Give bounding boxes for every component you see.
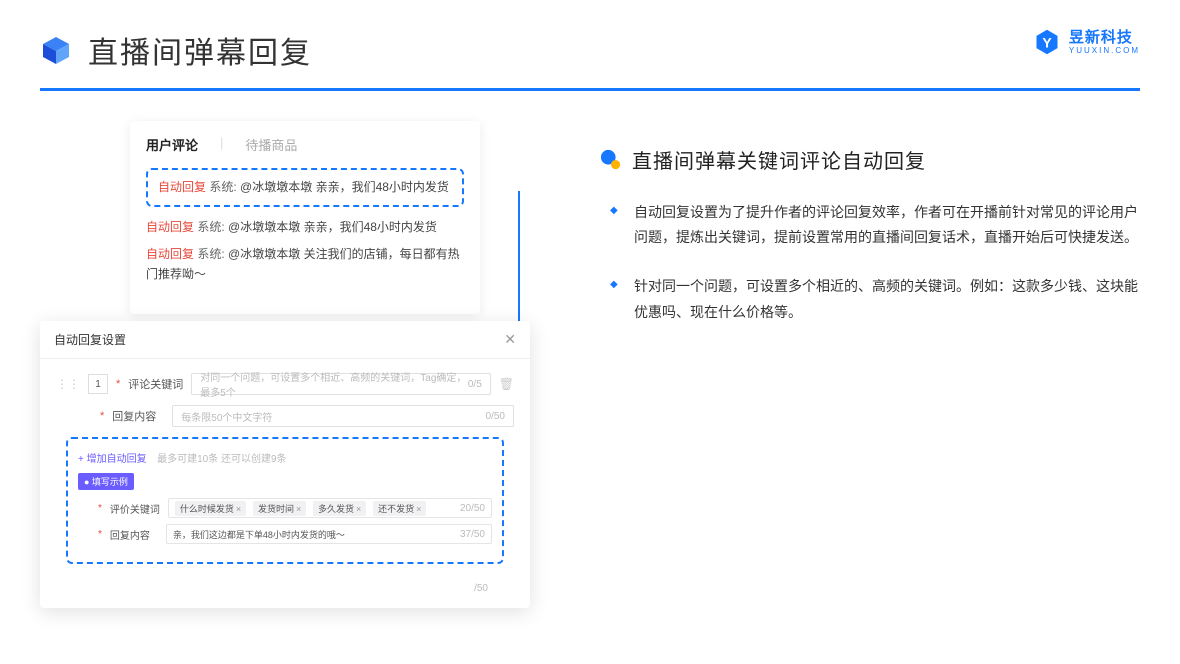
- example-reply-field[interactable]: 亲，我们这边都是下单48小时内发货的哦～ 37/50: [166, 524, 492, 544]
- add-limit-hint: 最多可建10条 还可以创建9条: [157, 454, 286, 465]
- comment-highlighted: 自动回复 系统: @冰墩墩本墩 亲亲，我们48小时内发货: [146, 168, 464, 207]
- required-dot: *: [98, 503, 102, 514]
- cube-icon: [40, 34, 72, 66]
- tag-chip[interactable]: 多久发货×: [313, 501, 366, 516]
- keyword-placeholder: 对同一个问题，可设置多个相近、高频的关键词，Tag确定，最多5个: [200, 369, 468, 399]
- comment-text: @冰墩墩本墩 关注我们的店铺，每日都有热门推荐呦～: [146, 247, 460, 281]
- reply-placeholder: 每条限50个中文字符: [181, 409, 272, 424]
- required-dot: *: [116, 378, 120, 390]
- example-reply-label: 回复内容: [110, 527, 158, 542]
- rule-index: 1: [88, 374, 108, 394]
- brand-logo: Y 昱新科技 YUUXIN.COM: [1033, 28, 1140, 56]
- close-icon[interactable]: ✕: [504, 331, 516, 348]
- settings-title: 自动回复设置: [54, 331, 126, 348]
- bullet-item: 自动回复设置为了提升作者的评论回复效率，作者可在开播前针对常见的评论用户问题，提…: [624, 200, 1140, 250]
- example-reply-text: 亲，我们这边都是下单48小时内发货的哦～: [173, 528, 345, 541]
- bottom-counter: /50: [474, 583, 488, 594]
- tag-chip[interactable]: 发货时间×: [253, 501, 306, 516]
- comments-card: 用户评论 | 待播商品 自动回复 系统: @冰墩墩本墩 亲亲，我们48小时内发货…: [130, 121, 480, 314]
- brand-name-en: YUUXIN.COM: [1069, 47, 1140, 55]
- example-reply-counter: 37/50: [460, 529, 485, 540]
- comment-row: 自动回复 系统: @冰墩墩本墩 亲亲，我们48小时内发货: [146, 217, 464, 237]
- comment-text: @冰墩墩本墩 亲亲，我们48小时内发货: [228, 220, 437, 234]
- example-block: + 增加自动回复 最多可建10条 还可以创建9条 ● 填写示例 * 评价关键词 …: [66, 437, 504, 564]
- keyword-label: 评论关键词: [128, 376, 183, 392]
- tab-divider: |: [220, 135, 223, 154]
- drag-handle-icon[interactable]: ⋮⋮: [56, 377, 80, 391]
- svg-text:Y: Y: [1042, 34, 1052, 50]
- tag-chip[interactable]: 还不发货×: [373, 501, 426, 516]
- bullet-item: 针对同一个问题，可设置多个相近的、高频的关键词。例如：这款多少钱、这块能优惠吗、…: [624, 274, 1140, 324]
- tab-pending-goods[interactable]: 待播商品: [245, 135, 297, 154]
- delete-icon[interactable]: 🗑: [499, 377, 514, 391]
- auto-reply-tag: 自动回复: [146, 247, 194, 261]
- settings-card: 自动回复设置 ✕ ⋮⋮ 1 * 评论关键词 对同一个问题，可设置多个相近、高频的…: [40, 321, 530, 608]
- add-auto-reply-link[interactable]: + 增加自动回复: [78, 454, 147, 465]
- comment-text: @冰墩墩本墩 亲亲，我们48小时内发货: [240, 180, 449, 194]
- keyword-input[interactable]: 对同一个问题，可设置多个相近、高频的关键词，Tag确定，最多5个 0/5: [191, 373, 490, 395]
- keyword-counter: 0/5: [468, 379, 482, 390]
- reply-input[interactable]: 每条限50个中文字符 0/50: [172, 405, 514, 427]
- auto-reply-tag: 自动回复: [146, 220, 194, 234]
- example-keyword-field[interactable]: 什么时候发货× 发货时间× 多久发货× 还不发货× 20/50: [168, 498, 492, 518]
- tag-chip[interactable]: 什么时候发货×: [175, 501, 246, 516]
- chat-bubble-icon: [600, 149, 622, 171]
- brand-name-cn: 昱新科技: [1069, 30, 1140, 45]
- example-tag-counter: 20/50: [460, 503, 485, 514]
- auto-reply-tag: 自动回复: [158, 180, 206, 194]
- required-dot: *: [98, 529, 102, 540]
- system-label: 系统:: [197, 220, 224, 234]
- system-label: 系统:: [197, 247, 224, 261]
- example-badge: ● 填写示例: [78, 473, 134, 490]
- required-dot: *: [100, 410, 104, 422]
- comment-row: 自动回复 系统: @冰墩墩本墩 关注我们的店铺，每日都有热门推荐呦～: [146, 244, 464, 285]
- page-title: 直播间弹幕回复: [88, 28, 312, 72]
- reply-label: 回复内容: [112, 408, 164, 424]
- reply-counter: 0/50: [486, 411, 505, 422]
- tab-user-comments[interactable]: 用户评论: [146, 135, 198, 154]
- section-title: 直播间弹幕关键词评论自动回复: [632, 145, 926, 174]
- example-keyword-label: 评价关键词: [110, 501, 160, 516]
- system-label: 系统:: [209, 180, 236, 194]
